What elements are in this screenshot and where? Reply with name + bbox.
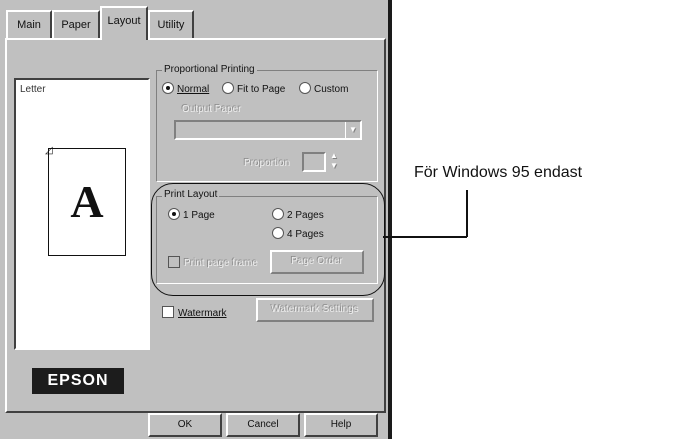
radio-empty-icon xyxy=(222,82,234,94)
preview-sample-letter: A xyxy=(70,176,104,227)
radio-fit-to-page[interactable]: Fit to Page xyxy=(222,82,285,95)
checkbox-icon xyxy=(162,306,174,318)
epson-logo: EPSON xyxy=(32,368,124,394)
watermark-settings-button[interactable]: Watermark Settings xyxy=(256,298,374,322)
cancel-button[interactable]: Cancel xyxy=(226,413,300,437)
ok-button[interactable]: OK xyxy=(148,413,222,437)
radio-normal[interactable]: Normal xyxy=(162,82,209,95)
tab-layout[interactable]: Layout xyxy=(100,6,148,40)
paper-size-label: Letter xyxy=(20,84,46,95)
page-preview: Letter ◿ A xyxy=(14,78,150,350)
proportional-printing-label: Proportional Printing xyxy=(162,64,257,75)
print-layout-highlight xyxy=(151,183,385,296)
help-button[interactable]: Help xyxy=(304,413,378,437)
radio-selected-icon xyxy=(162,82,174,94)
chevron-down-icon[interactable]: ▼ xyxy=(345,122,360,138)
callout-label: För Windows 95 endast xyxy=(414,164,583,181)
radio-empty-icon xyxy=(299,82,311,94)
output-paper-select[interactable]: ▼ xyxy=(174,120,362,140)
proportion-input[interactable] xyxy=(302,152,326,172)
output-paper-label: Output Paper xyxy=(182,104,242,115)
tab-main[interactable]: Main xyxy=(6,10,52,38)
page-corner-icon: ◿ xyxy=(45,145,53,156)
callout-line-horizontal xyxy=(383,236,467,238)
spin-down-icon[interactable]: ▼ xyxy=(328,161,340,171)
spin-up-icon[interactable]: ▲ xyxy=(328,151,340,161)
watermark-checkbox[interactable]: Watermark xyxy=(162,306,227,319)
tab-utility[interactable]: Utility xyxy=(148,10,194,38)
proportion-spinner[interactable]: ▲ ▼ xyxy=(328,151,340,173)
preview-sheet: ◿ A xyxy=(45,145,126,256)
radio-custom[interactable]: Custom xyxy=(299,82,348,95)
proportion-label: Proportion xyxy=(244,158,291,169)
callout-line-vertical xyxy=(466,190,468,237)
tab-paper[interactable]: Paper xyxy=(52,10,100,38)
dialog-right-edge xyxy=(388,0,392,439)
